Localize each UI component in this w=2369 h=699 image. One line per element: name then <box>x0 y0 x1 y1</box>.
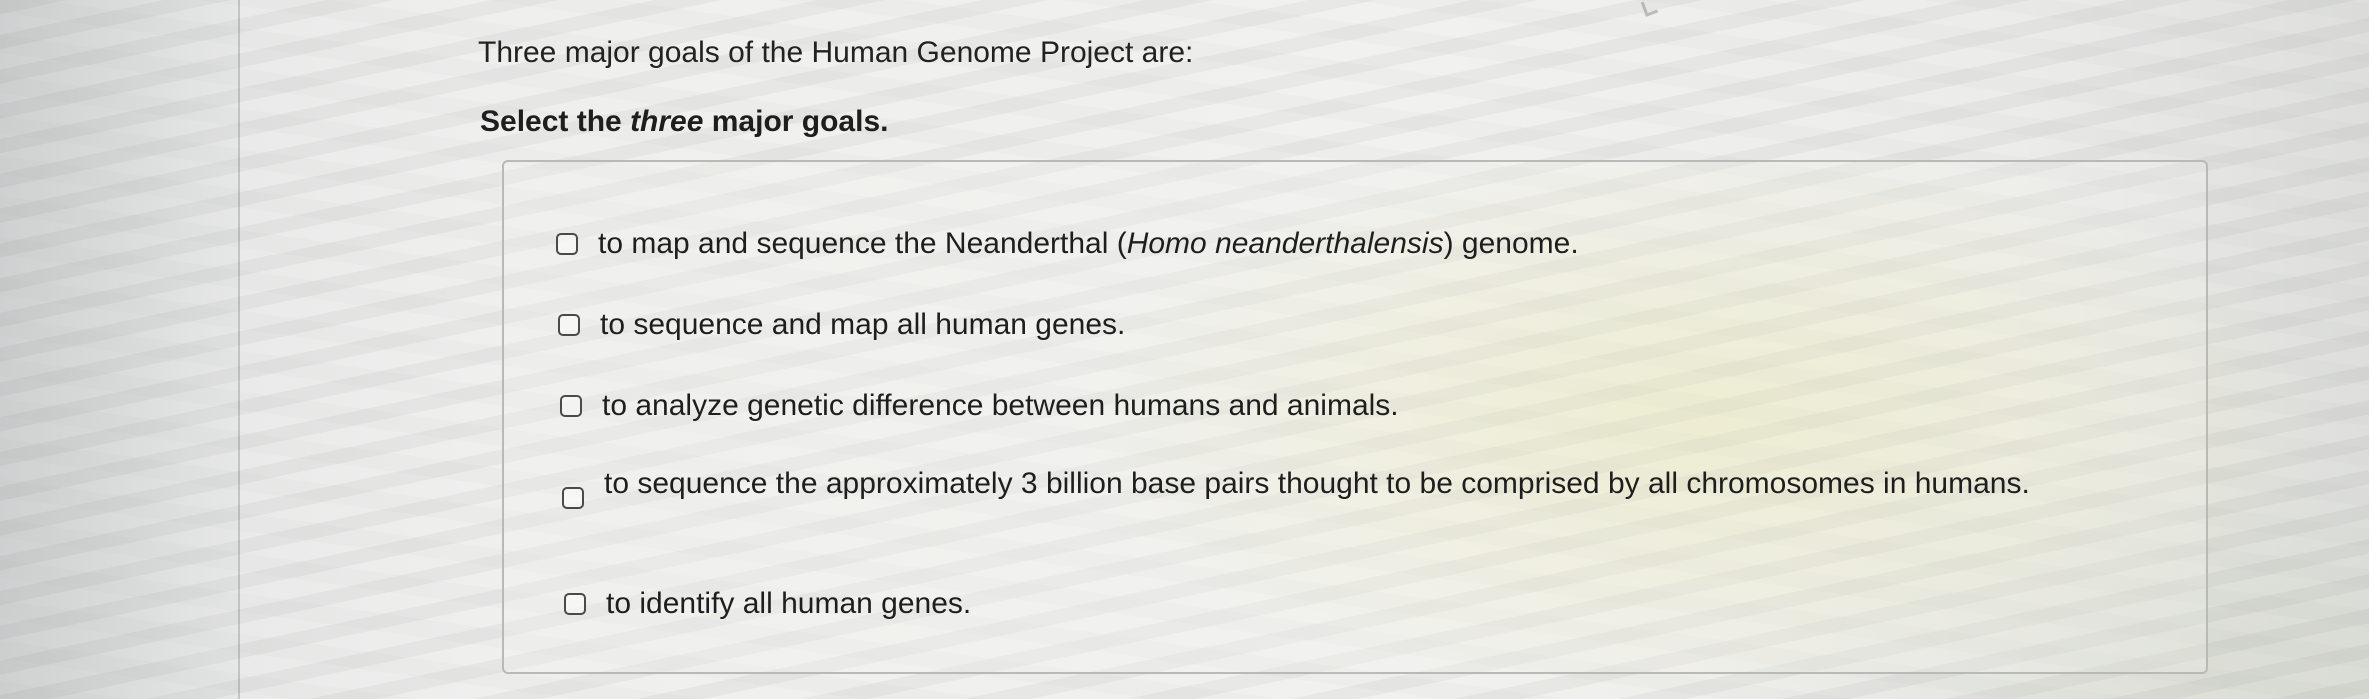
checkbox-option-3[interactable] <box>560 395 582 417</box>
option-5-label[interactable]: to identify all human genes. <box>606 584 971 624</box>
instruction-text-end: major goals. <box>703 105 889 138</box>
question-instruction: Select the three major goals. <box>480 105 888 139</box>
answer-option-2[interactable]: to sequence and map all human genes. <box>558 305 1125 345</box>
option-1-label[interactable]: to map and sequence the Neanderthal (Hom… <box>598 224 1579 264</box>
question-panel: Three major goals of the Human Genome Pr… <box>478 0 2238 699</box>
answer-option-3[interactable]: to analyze genetic difference between hu… <box>560 386 1399 426</box>
option-3-label[interactable]: to analyze genetic difference between hu… <box>602 386 1399 426</box>
instruction-emphasis: three <box>630 105 704 138</box>
checkbox-option-5[interactable] <box>564 593 586 615</box>
option-1-text-italic: Homo neanderthalensis <box>1126 227 1444 260</box>
gutter-divider <box>238 0 240 699</box>
checkbox-option-4[interactable] <box>562 487 584 509</box>
answer-option-4[interactable]: to sequence the approximately 3 billion … <box>562 464 2084 509</box>
option-2-label[interactable]: to sequence and map all human genes. <box>600 305 1125 345</box>
answer-option-5[interactable]: to identify all human genes. <box>564 584 971 624</box>
option-1-text-end: ) genome. <box>1443 227 1579 260</box>
answer-option-1[interactable]: to map and sequence the Neanderthal (Hom… <box>556 224 1579 264</box>
option-1-text-start: to map and sequence the Neanderthal ( <box>598 227 1127 260</box>
left-gutter <box>0 0 240 699</box>
question-prompt: Three major goals of the Human Genome Pr… <box>478 36 1194 69</box>
checkbox-option-1[interactable] <box>556 233 578 255</box>
answer-options-box: to map and sequence the Neanderthal (Hom… <box>502 160 2208 674</box>
checkbox-option-2[interactable] <box>558 314 580 336</box>
instruction-text-start: Select the <box>480 105 631 138</box>
option-4-label[interactable]: to sequence the approximately 3 billion … <box>604 464 2084 504</box>
